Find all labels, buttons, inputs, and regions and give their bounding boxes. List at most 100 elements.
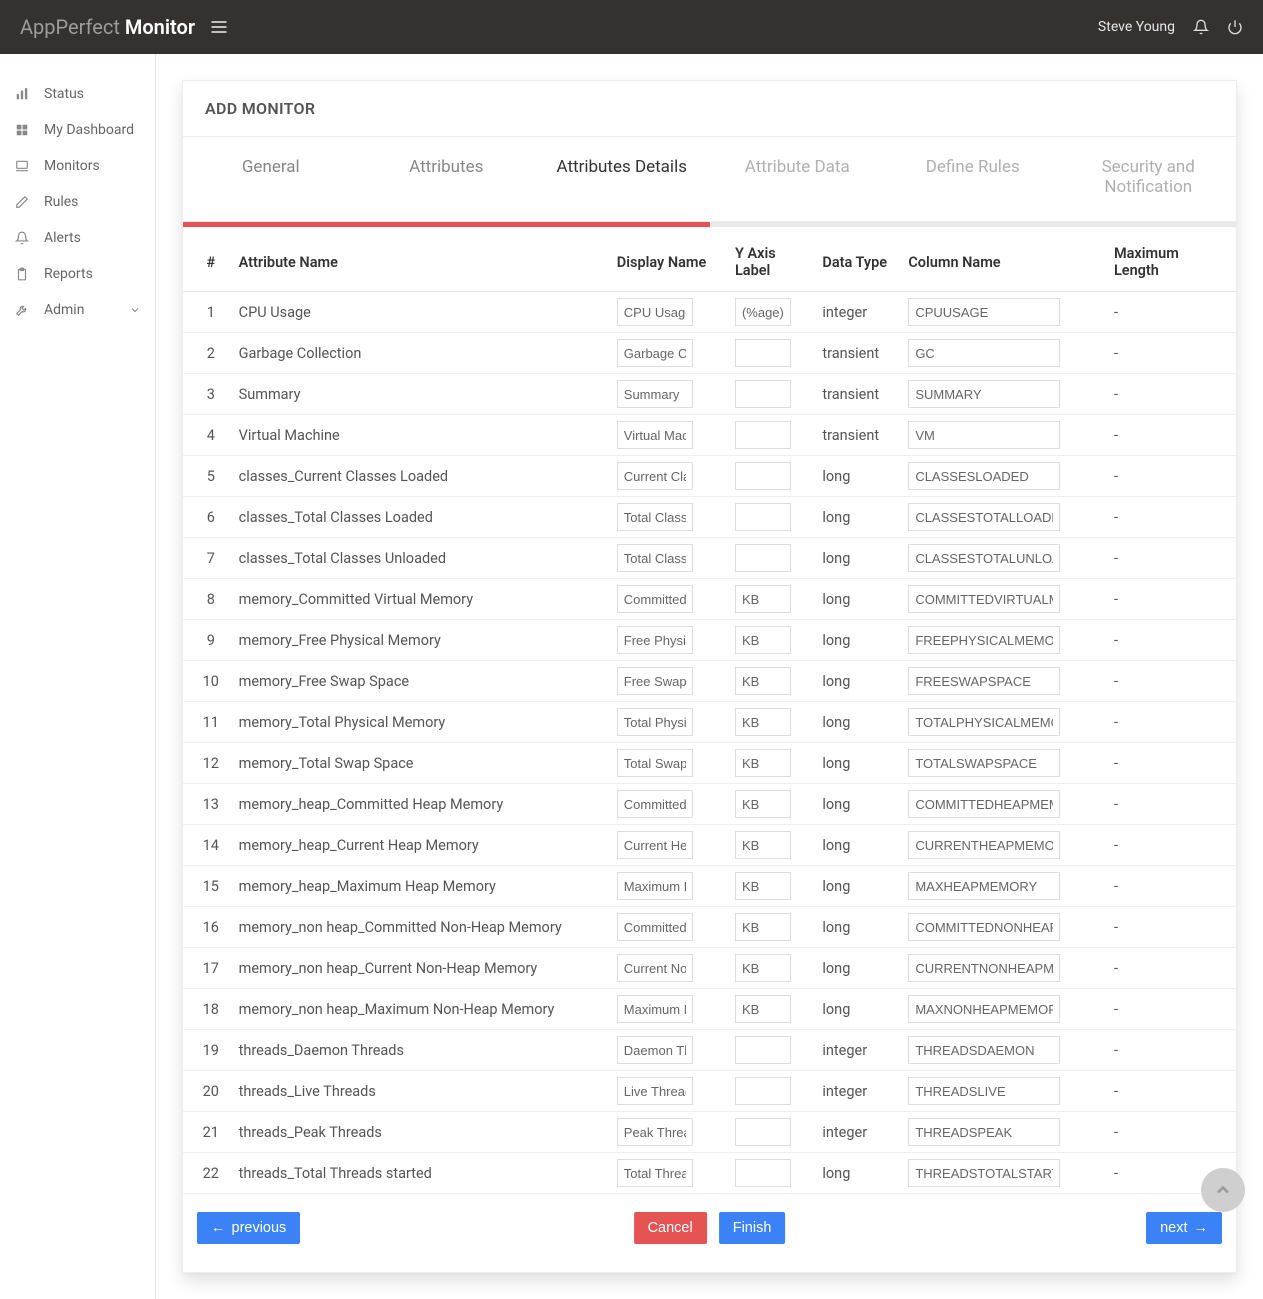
yaxis-label-input[interactable] <box>735 790 791 818</box>
row-num: 15 <box>183 866 231 907</box>
yaxis-label-input[interactable] <box>735 995 791 1023</box>
tab-attribute-data[interactable]: Attribute Data <box>710 137 886 221</box>
column-name-input[interactable] <box>908 995 1060 1023</box>
display-name-input[interactable] <box>617 380 693 408</box>
data-type: integer <box>814 292 900 333</box>
column-name-input[interactable] <box>908 954 1060 982</box>
previous-button[interactable]: ← previous <box>197 1212 300 1244</box>
yaxis-label-input[interactable] <box>735 831 791 859</box>
yaxis-label-input[interactable] <box>735 462 791 490</box>
display-name-input[interactable] <box>617 913 693 941</box>
display-name-input[interactable] <box>617 626 693 654</box>
sidebar-item-my-dashboard[interactable]: My Dashboard <box>0 112 155 148</box>
column-name-input[interactable] <box>908 544 1060 572</box>
display-name-input[interactable] <box>617 1036 693 1064</box>
column-name-input[interactable] <box>908 503 1060 531</box>
tab-security-and-notification[interactable]: Security and Notification <box>1061 137 1237 221</box>
column-name-input[interactable] <box>908 667 1060 695</box>
column-name-input[interactable] <box>908 1077 1060 1105</box>
column-name-input[interactable] <box>908 831 1060 859</box>
bell-icon[interactable] <box>1193 19 1209 35</box>
yaxis-label-input[interactable] <box>735 708 791 736</box>
display-name-input[interactable] <box>617 749 693 777</box>
cancel-button[interactable]: Cancel <box>634 1212 707 1244</box>
column-name-input[interactable] <box>908 913 1060 941</box>
sidebar-item-alerts[interactable]: Alerts <box>0 220 155 256</box>
yaxis-label-input[interactable] <box>735 380 791 408</box>
yaxis-label-input[interactable] <box>735 544 791 572</box>
attribute-name: classes_Current Classes Loaded <box>231 456 609 497</box>
yaxis-label-input[interactable] <box>735 421 791 449</box>
display-name-input[interactable] <box>617 1077 693 1105</box>
yaxis-label-input[interactable] <box>735 585 791 613</box>
power-icon[interactable] <box>1227 19 1243 35</box>
sidebar-item-rules[interactable]: Rules <box>0 184 155 220</box>
sidebar-item-reports[interactable]: Reports <box>0 256 155 292</box>
yaxis-label-input[interactable] <box>735 954 791 982</box>
finish-button[interactable]: Finish <box>719 1212 786 1244</box>
yaxis-label-input[interactable] <box>735 1159 791 1187</box>
column-name-input[interactable] <box>908 872 1060 900</box>
scroll-to-top-button[interactable] <box>1201 1168 1245 1212</box>
row-num: 13 <box>183 784 231 825</box>
display-name-input[interactable] <box>617 1118 693 1146</box>
tab-general[interactable]: General <box>183 137 359 221</box>
column-name-input[interactable] <box>908 749 1060 777</box>
yaxis-label-input[interactable] <box>735 298 791 326</box>
column-name-input[interactable] <box>908 462 1060 490</box>
tab-attributes[interactable]: Attributes <box>359 137 535 221</box>
column-name-input[interactable] <box>908 708 1060 736</box>
yaxis-label-input[interactable] <box>735 1077 791 1105</box>
display-name-input[interactable] <box>617 462 693 490</box>
sidebar-item-status[interactable]: Status <box>0 76 155 112</box>
yaxis-label-input[interactable] <box>735 626 791 654</box>
pencil-icon <box>14 195 30 209</box>
row-num: 18 <box>183 989 231 1030</box>
yaxis-label-input[interactable] <box>735 1118 791 1146</box>
display-name-input[interactable] <box>617 995 693 1023</box>
row-num: 14 <box>183 825 231 866</box>
display-name-input[interactable] <box>617 421 693 449</box>
column-name-input[interactable] <box>908 298 1060 326</box>
attribute-name: Summary <box>231 374 609 415</box>
display-name-input[interactable] <box>617 544 693 572</box>
yaxis-label-input[interactable] <box>735 872 791 900</box>
tab-define-rules[interactable]: Define Rules <box>885 137 1061 221</box>
column-name-input[interactable] <box>908 1118 1060 1146</box>
user-name[interactable]: Steve Young <box>1098 19 1175 35</box>
sidebar-item-admin[interactable]: Admin <box>0 292 155 328</box>
wizard-footer: ← previous Cancel Finish next → <box>183 1194 1236 1272</box>
display-name-input[interactable] <box>617 503 693 531</box>
yaxis-label-input[interactable] <box>735 503 791 531</box>
display-name-input[interactable] <box>617 339 693 367</box>
row-num: 2 <box>183 333 231 374</box>
display-name-input[interactable] <box>617 585 693 613</box>
column-name-input[interactable] <box>908 790 1060 818</box>
display-name-input[interactable] <box>617 708 693 736</box>
hamburger-icon[interactable] <box>209 17 229 37</box>
display-name-input[interactable] <box>617 298 693 326</box>
display-name-input[interactable] <box>617 667 693 695</box>
display-name-input[interactable] <box>617 1159 693 1187</box>
column-name-input[interactable] <box>908 421 1060 449</box>
sidebar-item-monitors[interactable]: Monitors <box>0 148 155 184</box>
column-name-input[interactable] <box>908 380 1060 408</box>
table-row: 14memory_heap_Current Heap Memorylong- <box>183 825 1236 866</box>
yaxis-label-input[interactable] <box>735 749 791 777</box>
display-name-input[interactable] <box>617 872 693 900</box>
display-name-input[interactable] <box>617 831 693 859</box>
yaxis-label-input[interactable] <box>735 1036 791 1064</box>
next-button[interactable]: next → <box>1146 1212 1222 1244</box>
yaxis-label-input[interactable] <box>735 339 791 367</box>
display-name-input[interactable] <box>617 790 693 818</box>
row-num: 22 <box>183 1153 231 1194</box>
column-name-input[interactable] <box>908 626 1060 654</box>
display-name-input[interactable] <box>617 954 693 982</box>
column-name-input[interactable] <box>908 339 1060 367</box>
tab-attributes-details[interactable]: Attributes Details <box>534 137 710 221</box>
column-name-input[interactable] <box>908 1159 1060 1187</box>
column-name-input[interactable] <box>908 1036 1060 1064</box>
yaxis-label-input[interactable] <box>735 667 791 695</box>
yaxis-label-input[interactable] <box>735 913 791 941</box>
column-name-input[interactable] <box>908 585 1060 613</box>
